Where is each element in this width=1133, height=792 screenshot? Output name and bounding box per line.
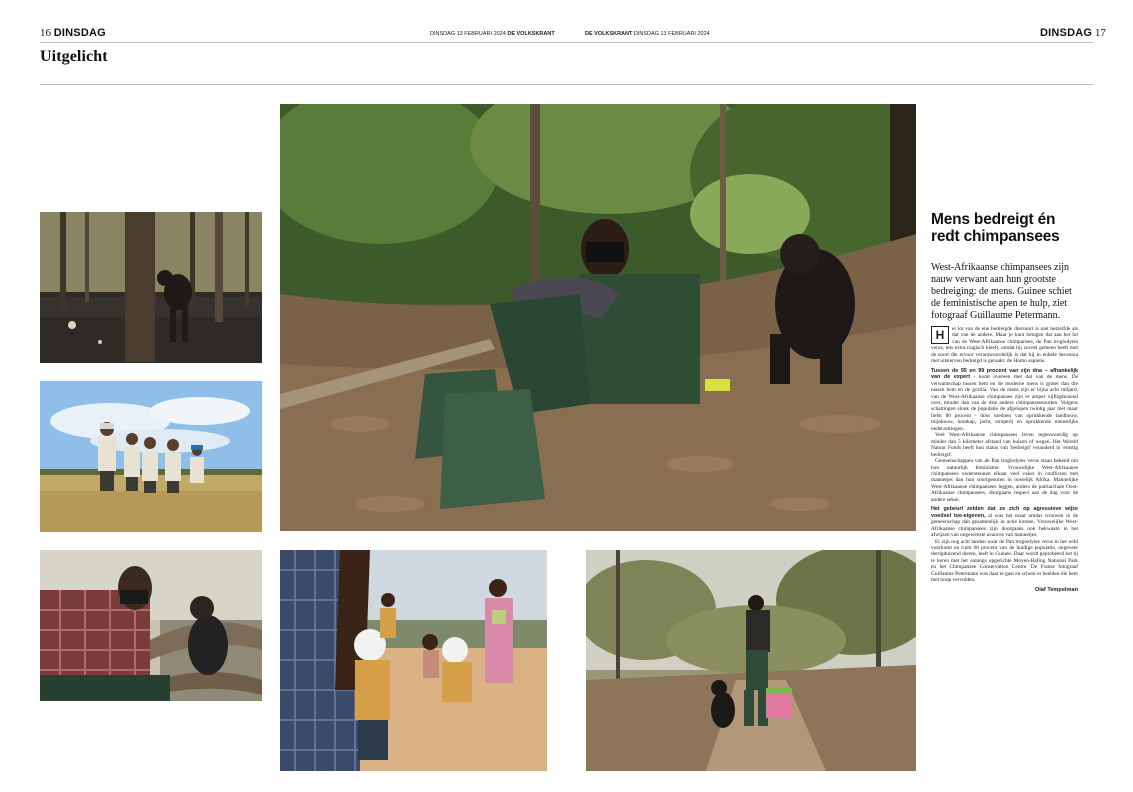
folio-left-paper: DE VOLKSKRANT <box>507 31 555 37</box>
section-title: Uitgelicht <box>40 48 108 65</box>
photo-man-with-chimp <box>40 550 262 701</box>
article-headline: Mens bedreigt én redt chimpansees <box>931 211 1093 245</box>
paragraph-1-text: et lot van de ene bedreigde diersoort is… <box>931 326 1078 365</box>
folio-right-date: DINSDAG 13 FEBRUARI 2024 <box>633 31 710 37</box>
page-number-left: 16 DINSDAG <box>40 27 106 39</box>
headline-line-2: redt chimpansees <box>931 228 1060 245</box>
folio-left-date: DINSDAG 13 FEBRUARI 2024 <box>430 31 506 37</box>
page-number-right-value: 17 <box>1094 27 1106 39</box>
paragraph-3: Veel West-Afrikaanse chimpansees leven t… <box>931 432 1078 458</box>
folio-left: DINSDAG 13 FEBRUARI 2024 DE VOLKSKRANT <box>430 31 555 37</box>
page-number-right: DINSDAG 17 <box>1040 27 1106 39</box>
photo-rangers-savanna <box>40 381 262 532</box>
article-intro: West-Afrikaanse chimpansees zijn nauw ve… <box>931 262 1072 321</box>
photo-burnt-forest-chimp <box>40 212 262 363</box>
paragraph-5: Het gebeurt zelden dat ze zich op agress… <box>931 506 1078 538</box>
header-rule <box>40 42 1093 43</box>
photo-children-masks <box>280 550 547 771</box>
paragraph-4: Gemeenschappen van de Pan troglodytes ve… <box>931 458 1078 503</box>
photo-ranger-carrying-chimp <box>586 550 916 771</box>
byline: Olaf Tempelman <box>1034 586 1078 593</box>
folio-right-paper: DE VOLKSKRANT <box>585 31 633 37</box>
page-number-left-value: 16 <box>40 27 51 39</box>
page-day-left: DINSDAG <box>53 27 106 39</box>
paragraph-6: Er zijn nog acht landen waar de Pan trog… <box>931 538 1078 584</box>
drop-cap: H <box>931 326 949 344</box>
article-body: Het lot van de ene bedreigde diersoort i… <box>931 326 1078 593</box>
folio-right: DE VOLKSKRANT DINSDAG 13 FEBRUARI 2024 <box>585 31 710 37</box>
section-rule <box>40 84 1093 85</box>
paragraph-2: Tussen de 95 en 99 procent van zijn dna … <box>931 368 1078 433</box>
paragraph-2-text: - komt overeen met dat van de mens. De v… <box>931 374 1078 432</box>
paragraph-1: Het lot van de ene bedreigde diersoort i… <box>931 326 1078 365</box>
headline-line-1: Mens bedreigt én <box>931 211 1056 228</box>
page-day-right: DINSDAG <box>1040 27 1093 39</box>
photo-main-ranger-chimp <box>280 104 916 531</box>
